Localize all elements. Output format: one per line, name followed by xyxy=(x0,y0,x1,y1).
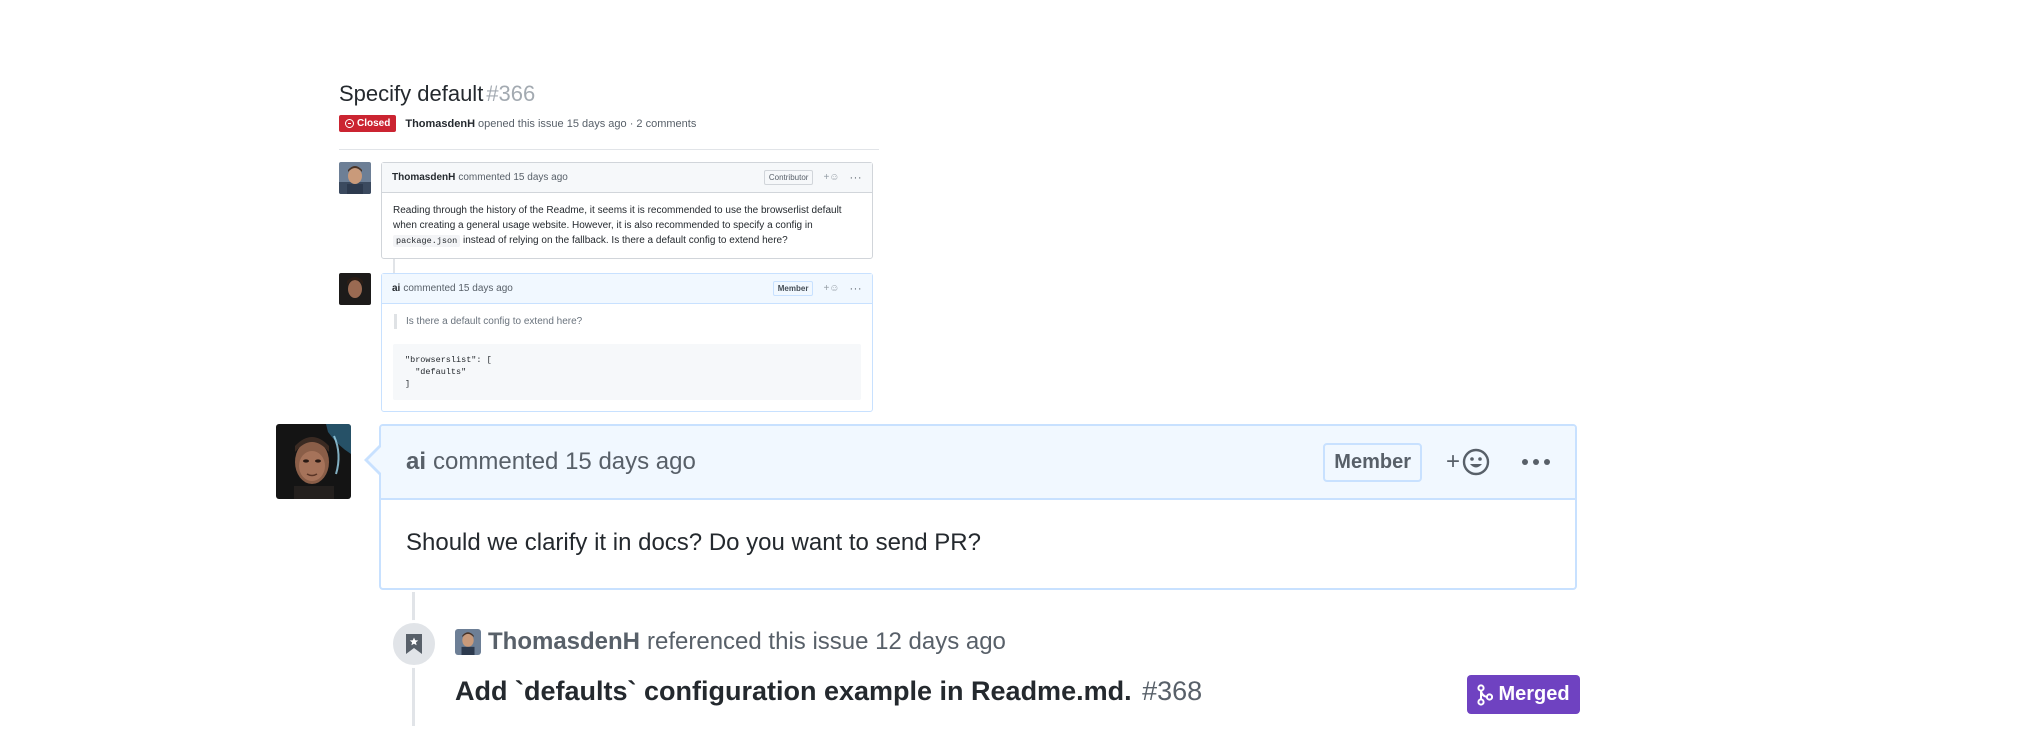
avatar xyxy=(339,162,371,194)
issue-number: #366 xyxy=(486,81,536,106)
closed-issue-icon xyxy=(345,119,354,128)
pull-request-link[interactable]: Add `defaults` configuration example in … xyxy=(455,676,1202,707)
kebab-icon[interactable] xyxy=(1522,459,1550,465)
code-block: "browserslist": [ "defaults"] xyxy=(393,344,861,400)
comment-timestamp[interactable]: commented 15 days ago xyxy=(433,448,696,476)
closed-state-badge: Closed xyxy=(339,115,397,132)
comment-header: ai commented 15 days ago Member +☺ ··· xyxy=(382,274,872,304)
merged-state-badge: Merged xyxy=(1467,675,1580,714)
comment-author-link[interactable]: ai xyxy=(406,448,426,476)
smiley-icon: +☺ xyxy=(823,283,840,294)
embedded-issue-screenshot: Specify default #366 Closed ThomasdenH op… xyxy=(339,80,879,150)
avatar[interactable] xyxy=(276,424,351,499)
add-reaction-button[interactable]: + xyxy=(1446,448,1490,476)
comment-author: ThomasdenH xyxy=(392,172,456,183)
contributor-label: Contributor xyxy=(763,170,814,185)
issue-title: Specify default #366 xyxy=(339,81,536,106)
inline-code: package.json xyxy=(393,235,461,247)
comment-card: ai commented 15 days ago Member +☺ ··· I… xyxy=(381,273,873,412)
reference-text[interactable]: referenced this issue 12 days ago xyxy=(647,628,1006,656)
comment-body: Reading through the history of the Readm… xyxy=(393,205,842,247)
comment-card: ai commented 15 days ago Member + Should… xyxy=(364,424,1577,590)
kebab-icon: ··· xyxy=(849,171,862,184)
avatar[interactable] xyxy=(455,629,481,655)
timeline-connector xyxy=(393,259,395,273)
reference-event: ThomasdenH referenced this issue 12 days… xyxy=(455,628,1006,656)
issue-meta: Closed ThomasdenH opened this issue 15 d… xyxy=(339,115,879,132)
timeline-badge xyxy=(390,620,438,668)
avatar xyxy=(339,273,371,305)
smiley-icon: +☺ xyxy=(823,172,840,183)
divider xyxy=(339,149,879,150)
pull-request-number[interactable]: #368 xyxy=(1142,676,1202,706)
blockquote: Is there a default config to extend here… xyxy=(394,314,861,329)
issue-opened-text: opened this issue 15 days ago · 2 commen… xyxy=(478,117,697,130)
git-merge-icon xyxy=(1477,683,1494,706)
smiley-icon xyxy=(1462,448,1490,476)
issue-author: ThomasdenH xyxy=(405,117,476,130)
member-label: Member xyxy=(772,281,814,296)
comment-card: ThomasdenH commented 15 days ago Contrib… xyxy=(381,162,873,259)
bookmark-icon xyxy=(406,634,422,654)
kebab-icon: ··· xyxy=(849,282,862,295)
member-label: Member xyxy=(1323,442,1422,482)
comment-header: ThomasdenH commented 15 days ago Contrib… xyxy=(382,163,872,193)
comment-body: Is there a default config to extend here… xyxy=(382,304,872,410)
comment-body: Should we clarify it in docs? Do you wan… xyxy=(406,529,981,556)
comment-author: ai xyxy=(392,283,401,294)
comment-header: ai commented 15 days ago Member + xyxy=(381,426,1575,500)
reference-author-link[interactable]: ThomasdenH xyxy=(488,628,640,656)
